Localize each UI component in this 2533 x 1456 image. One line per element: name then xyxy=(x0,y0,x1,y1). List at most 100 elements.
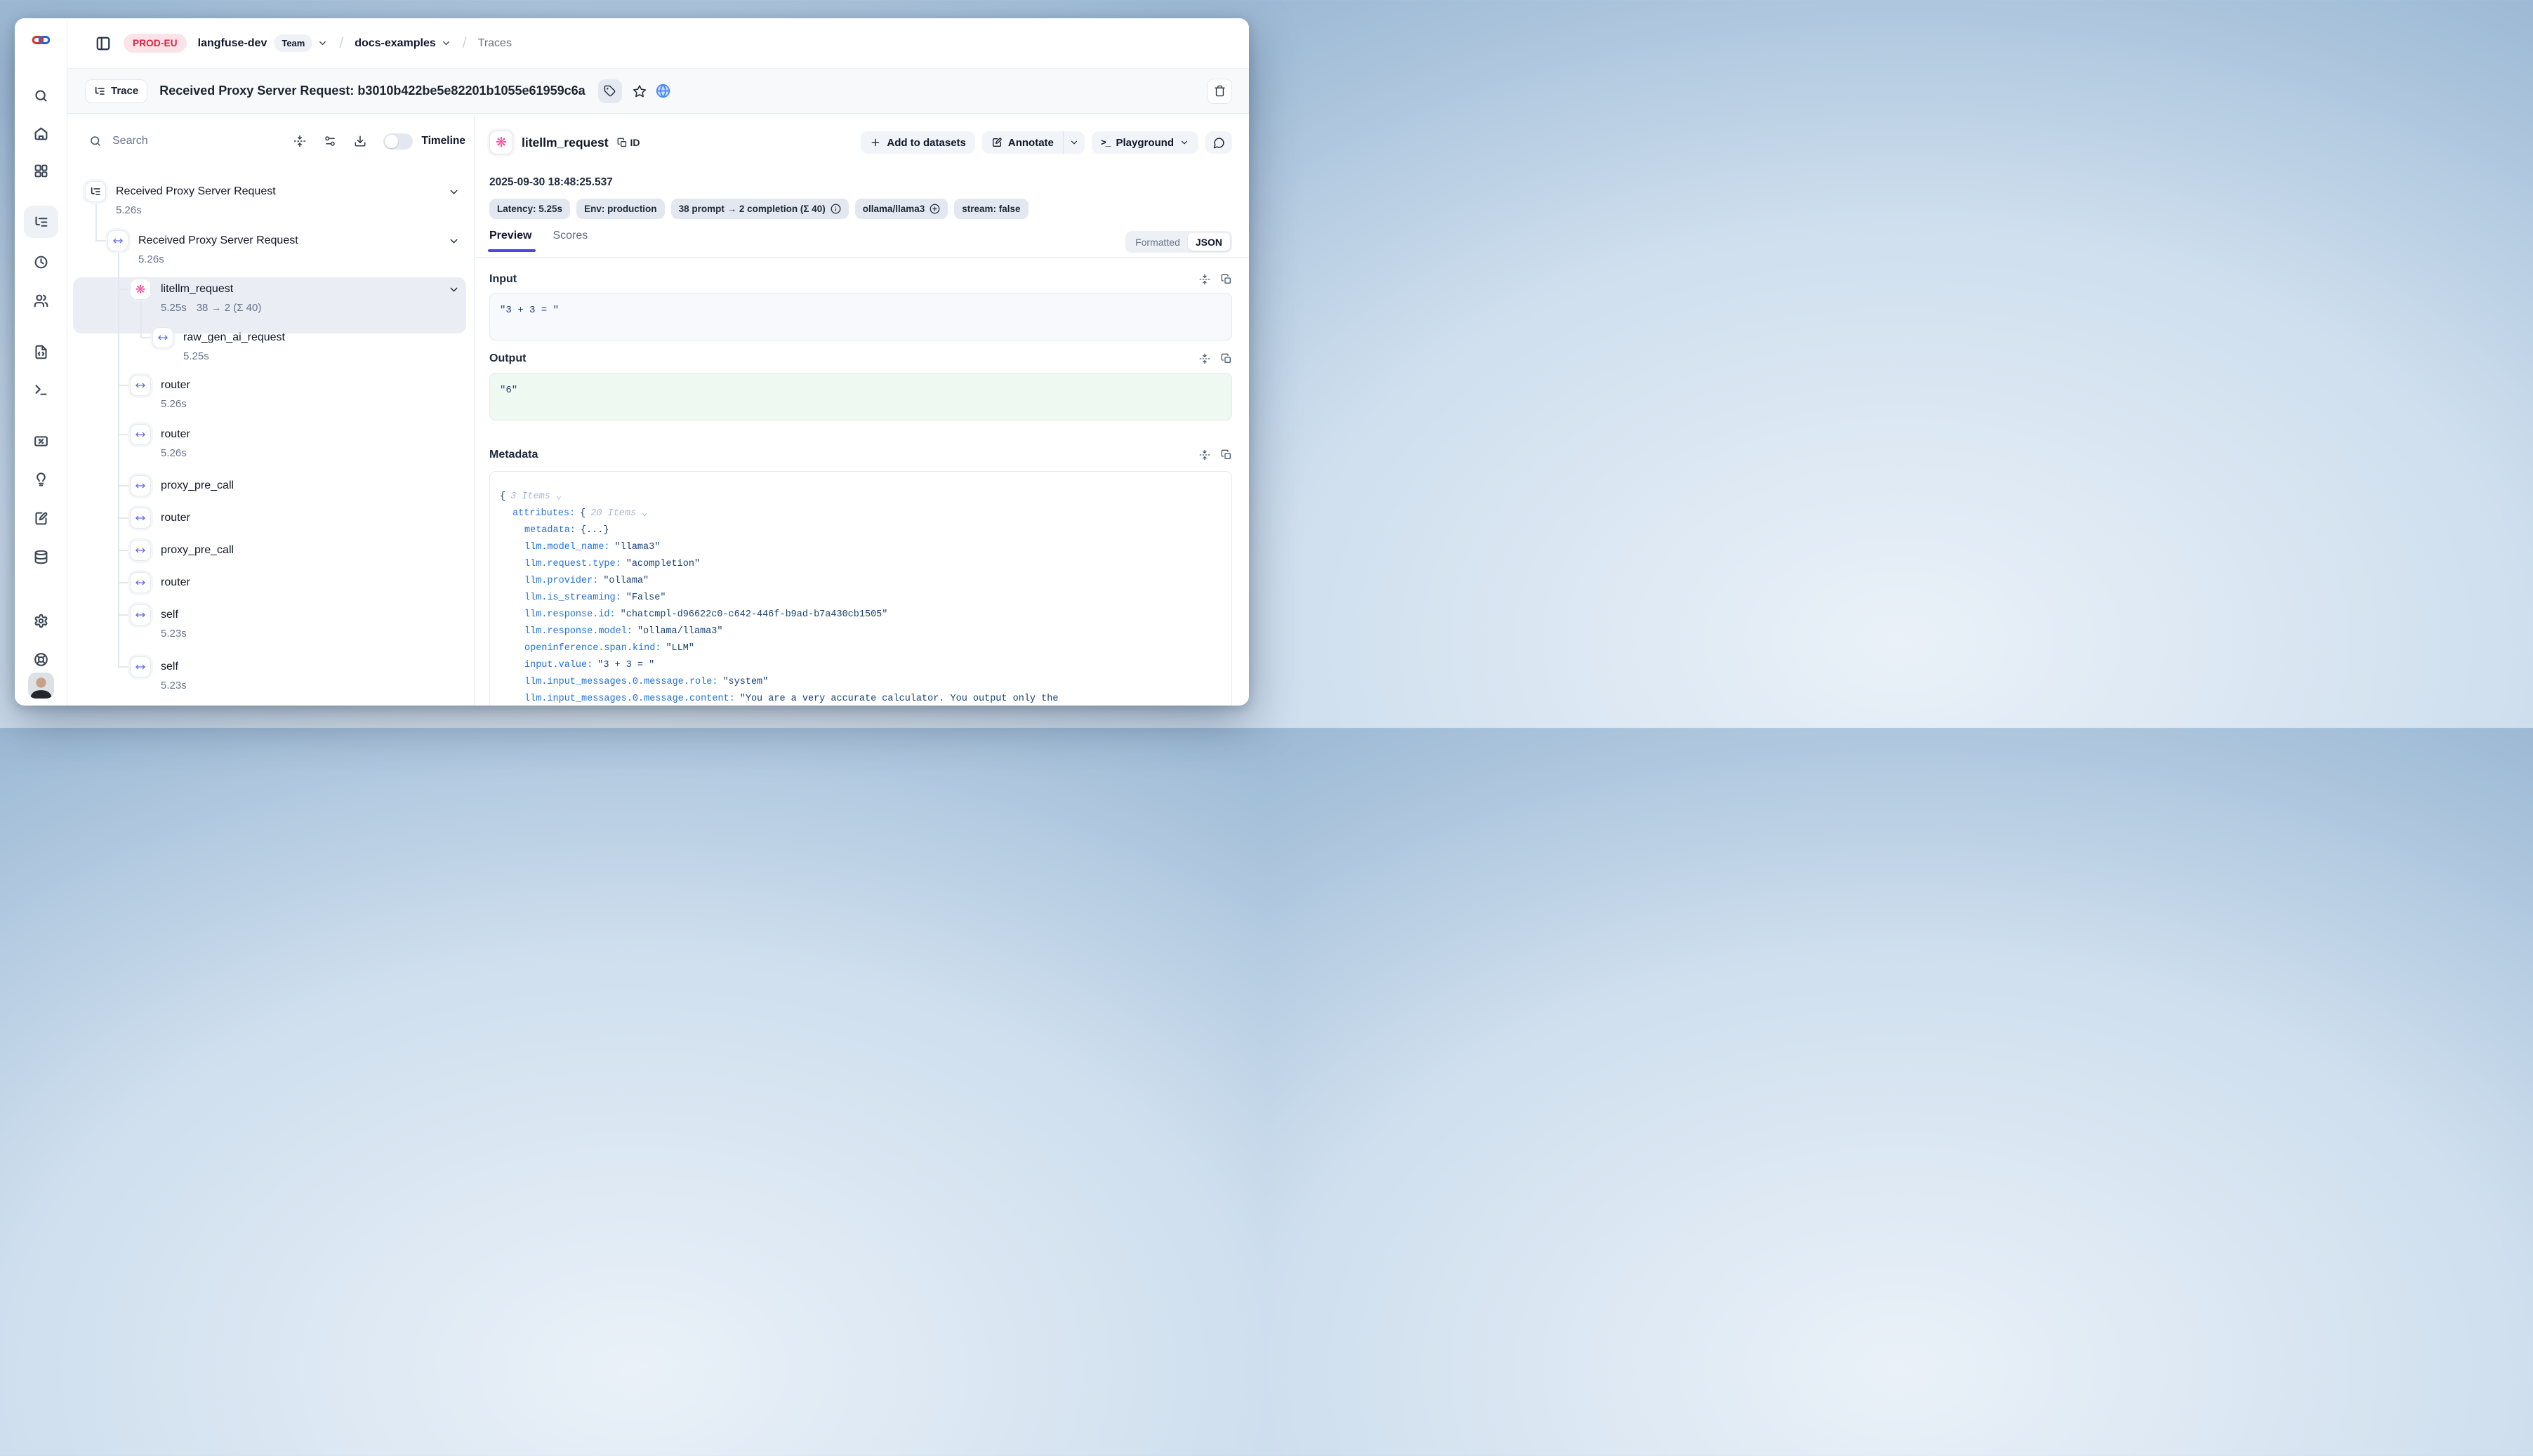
copy-icon xyxy=(617,138,628,148)
json-line[interactable]: attributes:{20 Items ⌄ xyxy=(500,505,1222,522)
sidebar-annotation-icon[interactable] xyxy=(15,510,67,527)
copy-icon[interactable] xyxy=(1221,274,1232,285)
sidebar-playground-icon[interactable] xyxy=(15,381,67,398)
tree-node-span[interactable]: self5.23s xyxy=(130,604,187,642)
node-chevron-down-icon[interactable] xyxy=(448,186,460,198)
app-window: PROD-EU langfuse-dev Team / docs-example… xyxy=(15,18,1249,706)
trace-header-row: Trace Received Proxy Server Request: b30… xyxy=(67,68,1249,114)
tag-button[interactable] xyxy=(598,79,622,103)
breadcrumb-slash: / xyxy=(463,35,467,52)
terminal-prompt-icon: >_ xyxy=(1101,138,1111,148)
model-badge[interactable]: ollama/llama3 xyxy=(855,199,948,219)
org-chevron-down-icon[interactable] xyxy=(317,38,328,48)
tree-node-generation-selected[interactable]: ❋ litellm_request5.25s38 → 2 (Σ 40) xyxy=(130,279,261,316)
project-name[interactable]: docs-examples xyxy=(355,37,436,50)
copy-id-button[interactable]: ID xyxy=(617,137,640,148)
search-input[interactable]: Search xyxy=(112,135,148,147)
project-chevron-down-icon[interactable] xyxy=(441,38,451,48)
sidebar-home-icon[interactable] xyxy=(15,125,67,142)
node-title: litellm_request xyxy=(161,281,261,298)
info-icon xyxy=(831,204,841,214)
output-label: Output xyxy=(489,352,526,365)
tree-node-span[interactable]: Received Proxy Server Request5.26s xyxy=(107,230,298,267)
comment-bubble-icon xyxy=(1213,137,1225,149)
tree-connector xyxy=(118,434,128,435)
node-chevron-down-icon[interactable] xyxy=(448,284,460,296)
formatted-option[interactable]: Formatted xyxy=(1127,237,1188,248)
sidebar-datasets-icon[interactable] xyxy=(15,548,67,565)
sidebar-sessions-icon[interactable] xyxy=(15,253,67,270)
sidebar-settings-icon[interactable] xyxy=(15,612,67,629)
sidebar-search-icon[interactable] xyxy=(15,87,67,104)
json-line[interactable]: {3 Items ⌄ xyxy=(500,489,1222,505)
detail-tabs: Preview Scores xyxy=(489,230,588,252)
fold-vertical-icon[interactable] xyxy=(1199,449,1210,461)
tab-scores[interactable]: Scores xyxy=(553,230,588,252)
node-duration: 5.25s xyxy=(183,349,285,364)
fold-vertical-icon[interactable] xyxy=(1199,274,1210,285)
sidebar-traces-icon[interactable] xyxy=(15,213,67,230)
annotate-split-button[interactable]: Annotate xyxy=(982,131,1085,154)
observation-title: litellm_request xyxy=(522,135,609,150)
annotate-dropdown-chevron[interactable] xyxy=(1064,138,1085,147)
tab-preview[interactable]: Preview xyxy=(489,230,531,252)
sidebar-evaluation-icon[interactable] xyxy=(15,432,67,449)
span-arrows-icon xyxy=(130,375,151,396)
node-duration: 5.26s xyxy=(116,203,276,218)
sidebar-dashboard-icon[interactable] xyxy=(15,162,67,179)
tree-node-span[interactable]: router xyxy=(130,508,190,529)
collapse-all-button[interactable] xyxy=(293,135,306,147)
download-button[interactable] xyxy=(354,135,366,147)
trace-tree-icon xyxy=(94,86,105,97)
sidebar-prompts-icon[interactable] xyxy=(15,343,67,360)
copy-icon[interactable] xyxy=(1221,353,1232,364)
tree-connector xyxy=(140,337,151,338)
favorite-star-button[interactable] xyxy=(633,84,647,98)
tree-node-span[interactable]: router xyxy=(130,572,190,593)
timeline-toggle[interactable] xyxy=(383,133,413,150)
json-line: llm.model_name:"llama3" xyxy=(500,539,1222,556)
environment-badge[interactable]: PROD-EU xyxy=(124,34,187,53)
generation-icon: ❋ xyxy=(489,131,513,154)
trace-tree-panel: Search Timeline Received Proxy Server Re… xyxy=(67,114,475,706)
tree-settings-button[interactable] xyxy=(324,135,336,147)
copy-icon[interactable] xyxy=(1221,449,1232,461)
node-chevron-down-icon[interactable] xyxy=(448,235,460,247)
user-avatar[interactable] xyxy=(28,673,54,699)
tree-node-span[interactable]: router5.26s xyxy=(130,424,190,461)
sidebar-users-icon[interactable] xyxy=(15,292,67,309)
public-globe-button[interactable] xyxy=(656,84,670,98)
app-logo[interactable] xyxy=(15,34,67,46)
format-toggle[interactable]: Formatted JSON xyxy=(1125,231,1232,253)
span-arrows-icon xyxy=(152,327,173,348)
tree-node-span[interactable]: proxy_pre_call xyxy=(130,475,234,496)
delete-trace-button[interactable] xyxy=(1207,79,1232,104)
json-option-selected[interactable]: JSON xyxy=(1188,233,1230,251)
node-title: raw_gen_ai_request xyxy=(183,329,285,346)
trace-chip-label: Trace xyxy=(111,85,138,97)
trace-tree-icon xyxy=(85,181,106,202)
tree-node-span[interactable]: self5.23s xyxy=(130,656,187,694)
latency-badge: Latency: 5.25s xyxy=(489,199,570,219)
fold-vertical-icon xyxy=(293,135,306,147)
tree-node-span[interactable]: router5.26s xyxy=(130,375,190,412)
timeline-label: Timeline xyxy=(421,135,465,147)
comments-button[interactable] xyxy=(1205,131,1232,154)
json-line[interactable]: metadata:{...} xyxy=(500,522,1222,539)
sidebar-toggle-icon[interactable] xyxy=(95,36,111,51)
fold-vertical-icon[interactable] xyxy=(1199,353,1210,364)
tree-connector xyxy=(118,614,128,616)
tree-node-span[interactable]: raw_gen_ai_request 5.25s xyxy=(152,327,285,364)
tree-node-root[interactable]: Received Proxy Server Request5.26s xyxy=(85,181,276,218)
add-to-datasets-button[interactable]: Add to datasets xyxy=(861,131,975,154)
token-usage-badge[interactable]: 38 prompt → 2 completion (Σ 40) xyxy=(671,199,849,219)
org-name[interactable]: langfuse-dev xyxy=(198,37,267,50)
tree-connector xyxy=(118,666,128,668)
tree-node-span[interactable]: proxy_pre_call xyxy=(130,540,234,561)
sidebar-insights-icon[interactable] xyxy=(15,471,67,488)
breadcrumb-section[interactable]: Traces xyxy=(478,37,512,50)
playground-button[interactable]: >_Playground xyxy=(1092,131,1198,154)
json-line: llm.provider:"ollama" xyxy=(500,573,1222,590)
sliders-icon xyxy=(324,135,336,147)
sidebar-support-icon[interactable] xyxy=(15,651,67,668)
